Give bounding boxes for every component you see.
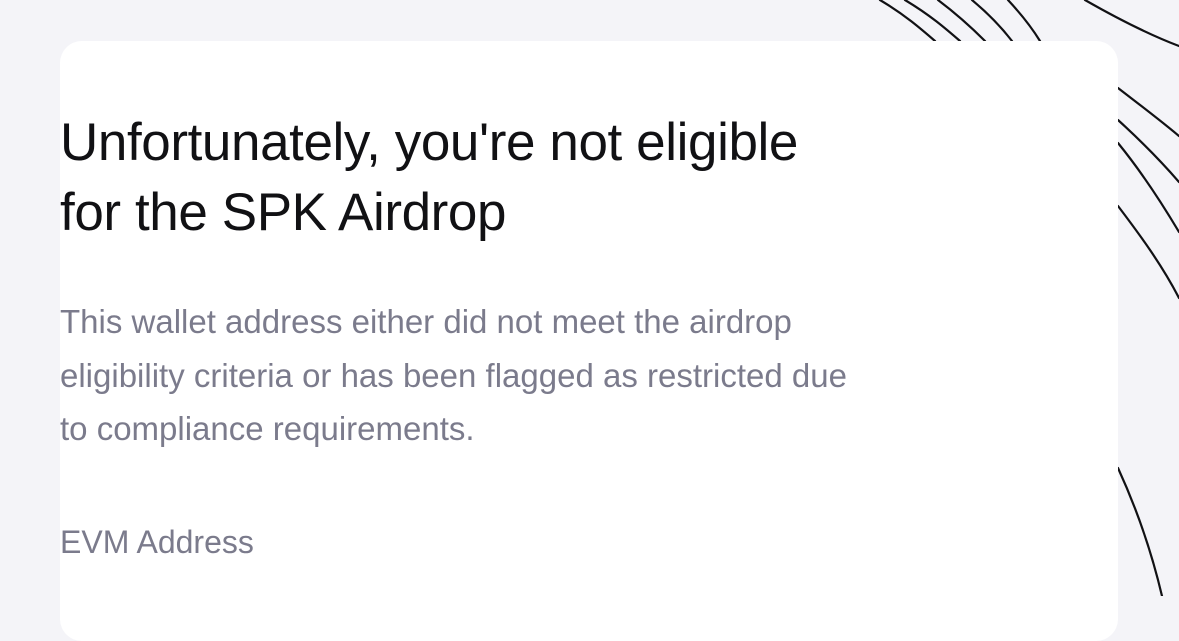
title-line-1: Unfortunately, you're not eligible bbox=[60, 113, 798, 172]
ineligible-description: This wallet address either did not meet … bbox=[60, 295, 1040, 456]
description-line-2: eligibility criteria or has been flagged… bbox=[60, 356, 847, 394]
description-line-1: This wallet address either did not meet … bbox=[60, 303, 792, 340]
title-line-2: for the SPK Airdrop bbox=[60, 183, 507, 242]
description-line-3: to compliance requirements. bbox=[60, 410, 475, 447]
ineligible-title: Unfortunately, you're not eligible for t… bbox=[60, 108, 1020, 248]
evm-address-label: EVM Address bbox=[60, 524, 254, 560]
